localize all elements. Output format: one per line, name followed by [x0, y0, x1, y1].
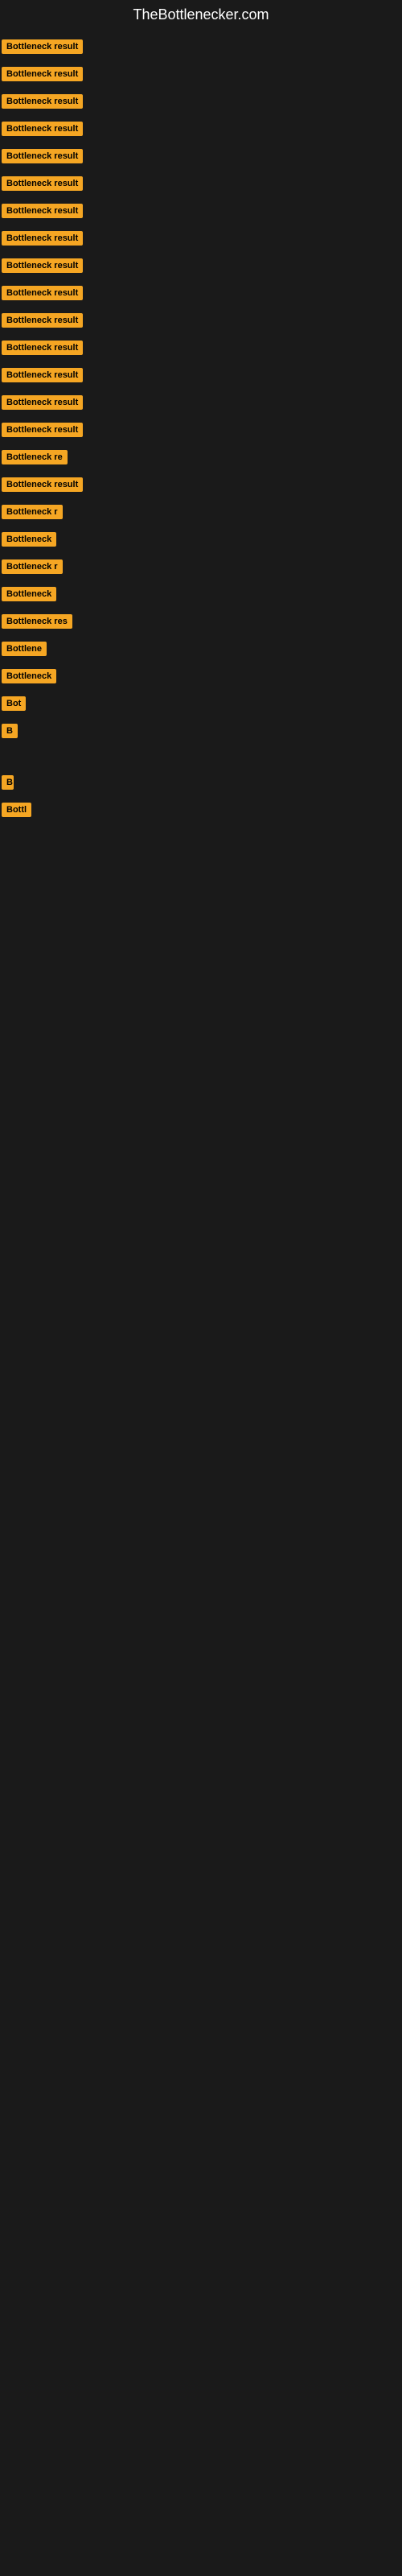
- list-item: Bottleneck res: [0, 608, 402, 635]
- list-item: Bottleneck result: [0, 115, 402, 142]
- bottleneck-badge: Bottleneck re: [2, 450, 68, 464]
- list-item: Bottleneck result: [0, 225, 402, 252]
- bottleneck-badge: Bottleneck result: [2, 258, 83, 273]
- bottleneck-badge: Bottl: [2, 803, 31, 817]
- list-item: Bottleneck: [0, 580, 402, 608]
- bottleneck-badge: Bottlene: [2, 642, 47, 656]
- bottleneck-badge: Bottleneck result: [2, 341, 83, 355]
- site-title: TheBottlenecker.com: [0, 0, 402, 30]
- list-item: Bottleneck result: [0, 307, 402, 334]
- list-item: [0, 872, 402, 896]
- bottleneck-badge: Bottleneck result: [2, 39, 83, 54]
- list-item: Bottleneck r: [0, 553, 402, 580]
- list-item: Bottleneck result: [0, 197, 402, 225]
- list-item: Bottleneck result: [0, 170, 402, 197]
- bottleneck-badge: Bottleneck result: [2, 204, 83, 218]
- list-item: B: [0, 769, 402, 796]
- bottleneck-badge: Bottleneck result: [2, 176, 83, 191]
- list-item: Bottleneck result: [0, 416, 402, 444]
- bottleneck-badge: Bottleneck res: [2, 614, 72, 629]
- list-item: Bottleneck result: [0, 471, 402, 498]
- bottleneck-badge: Bottleneck result: [2, 231, 83, 246]
- list-item: Bottleneck result: [0, 33, 402, 60]
- bottleneck-badge: Bottleneck: [2, 587, 56, 601]
- list-item: Bottleneck result: [0, 361, 402, 389]
- bottleneck-badge: Bottleneck result: [2, 395, 83, 410]
- bottleneck-badge: Bottleneck result: [2, 423, 83, 437]
- list-item: Bot: [0, 690, 402, 717]
- list-item: [0, 745, 402, 769]
- list-item: [0, 848, 402, 872]
- list-item: [0, 824, 402, 848]
- list-item: Bottleneck: [0, 526, 402, 553]
- list-item: Bottleneck re: [0, 444, 402, 471]
- list-item: Bottleneck result: [0, 389, 402, 416]
- bottleneck-badge: Bottleneck result: [2, 313, 83, 328]
- bottleneck-badge: Bottleneck: [2, 532, 56, 547]
- list-item: Bottleneck result: [0, 60, 402, 88]
- bottleneck-badge: Bottleneck result: [2, 368, 83, 382]
- bottleneck-badge: Bot: [2, 696, 26, 711]
- bottleneck-badge: Bottleneck r: [2, 559, 63, 574]
- list-item: Bottl: [0, 796, 402, 824]
- list-item: Bottlene: [0, 635, 402, 663]
- items-container: Bottleneck result Bottleneck result Bottle…: [0, 30, 402, 972]
- bottleneck-badge: Bottleneck: [2, 669, 56, 683]
- list-item: B: [0, 717, 402, 745]
- bottleneck-badge: Bottleneck result: [2, 286, 83, 300]
- bottleneck-badge: Bottleneck r: [2, 505, 63, 519]
- list-item: Bottleneck result: [0, 334, 402, 361]
- bottleneck-badge: B: [2, 775, 14, 790]
- list-item: Bottleneck r: [0, 498, 402, 526]
- list-item: [0, 920, 402, 944]
- bottleneck-badge: Bottleneck result: [2, 122, 83, 136]
- list-item: Bottleneck result: [0, 252, 402, 279]
- bottleneck-badge: Bottleneck result: [2, 477, 83, 492]
- bottleneck-badge: Bottleneck result: [2, 67, 83, 81]
- list-item: Bottleneck: [0, 663, 402, 690]
- bottleneck-badge: Bottleneck result: [2, 149, 83, 163]
- list-item: Bottleneck result: [0, 142, 402, 170]
- bottleneck-badge: B: [2, 724, 18, 738]
- list-item: [0, 944, 402, 968]
- bottleneck-badge: Bottleneck result: [2, 94, 83, 109]
- list-item: Bottleneck result: [0, 279, 402, 307]
- list-item: Bottleneck result: [0, 88, 402, 115]
- list-item: [0, 896, 402, 920]
